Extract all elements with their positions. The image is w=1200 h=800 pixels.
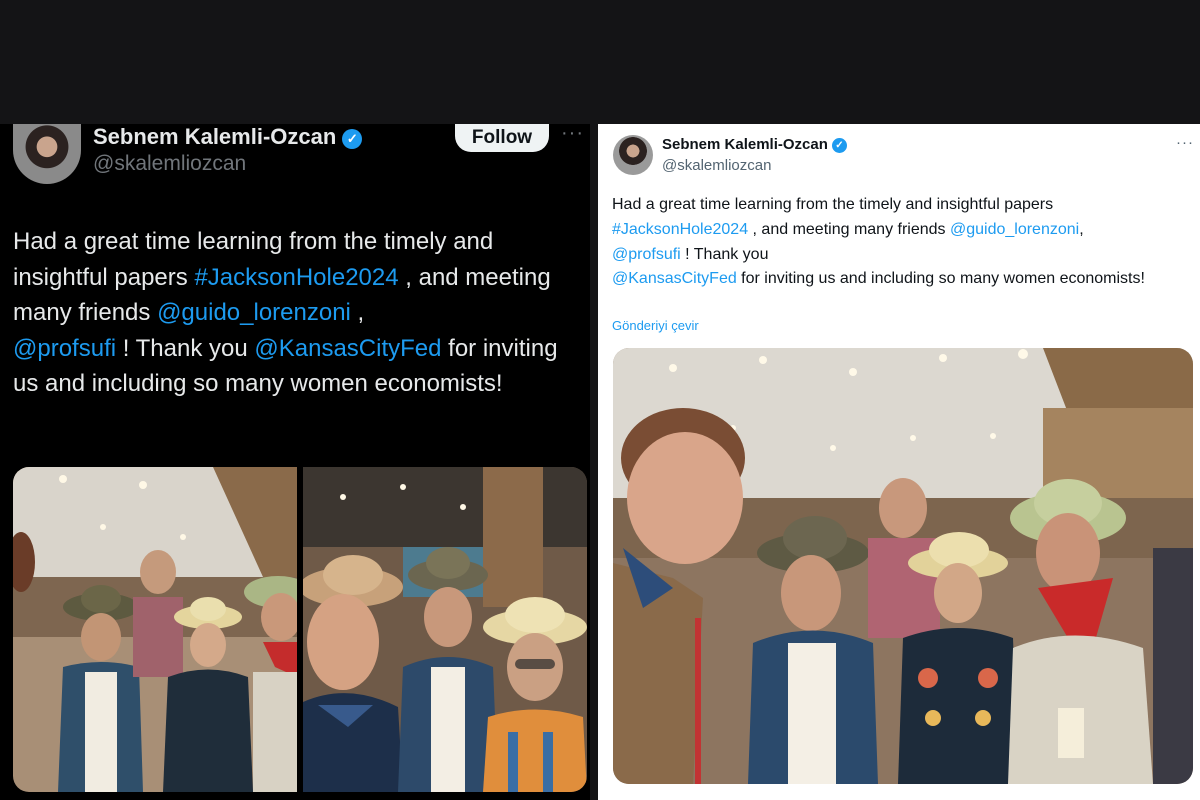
tweet-photo[interactable] <box>303 467 587 792</box>
top-background <box>0 0 1200 124</box>
verified-badge-icon: ✓ <box>831 138 847 153</box>
mention-link[interactable]: @guido_lorenzoni <box>950 221 1079 238</box>
author-name[interactable]: Sebnem Kalemli-Ozcan ✓ <box>662 136 847 154</box>
tweet-text-part: , <box>1079 220 1084 238</box>
mention-link[interactable]: @guido_lorenzoni <box>157 299 351 326</box>
tweet-text-part: ! Thank you <box>116 334 255 362</box>
tweet-text-part: ! Thank you <box>680 245 769 263</box>
hashtag-link[interactable]: #JacksonHole2024 <box>194 264 398 291</box>
mention-link[interactable]: @KansasCityFed <box>254 335 441 362</box>
follow-button[interactable]: Follow <box>455 124 549 152</box>
verified-badge-icon: ✓ <box>342 129 363 149</box>
author-name[interactable]: Sebnem Kalemli-Ozcan ✓ <box>93 124 363 150</box>
tweet-text: Had a great time learning from the timel… <box>13 224 573 402</box>
author-handle[interactable]: @skalemliozcan <box>93 152 246 176</box>
avatar[interactable] <box>613 135 653 175</box>
mention-link[interactable]: @profsufi <box>612 246 681 263</box>
hashtag-link[interactable]: #JacksonHole2024 <box>612 221 748 238</box>
tweet-text-part: , and meeting many friends <box>748 220 950 238</box>
mention-link[interactable]: @profsufi <box>13 335 116 362</box>
tweet-text-part: Had a great time learning from the timel… <box>612 196 1054 213</box>
more-options-icon[interactable]: ··· <box>561 122 584 145</box>
mention-link[interactable]: @KansasCityFed <box>612 270 737 287</box>
translate-post-link[interactable]: Gönderiyi çevir <box>612 318 699 333</box>
tweet-text-part: , <box>350 299 365 326</box>
author-handle[interactable]: @skalemliozcan <box>662 157 771 174</box>
tweet-photo[interactable] <box>613 348 1193 784</box>
author-name-text[interactable]: Sebnem Kalemli-Ozcan <box>662 136 828 153</box>
panel-divider <box>590 124 598 800</box>
tweet-text-part: for inviting us and including so many wo… <box>736 270 1145 288</box>
tweet-photo[interactable] <box>13 467 297 792</box>
more-options-icon[interactable]: ··· <box>1176 134 1194 151</box>
tweet-text: Had a great time learning from the timel… <box>612 193 1187 292</box>
author-name-text[interactable]: Sebnem Kalemli-Ozcan <box>93 124 336 149</box>
